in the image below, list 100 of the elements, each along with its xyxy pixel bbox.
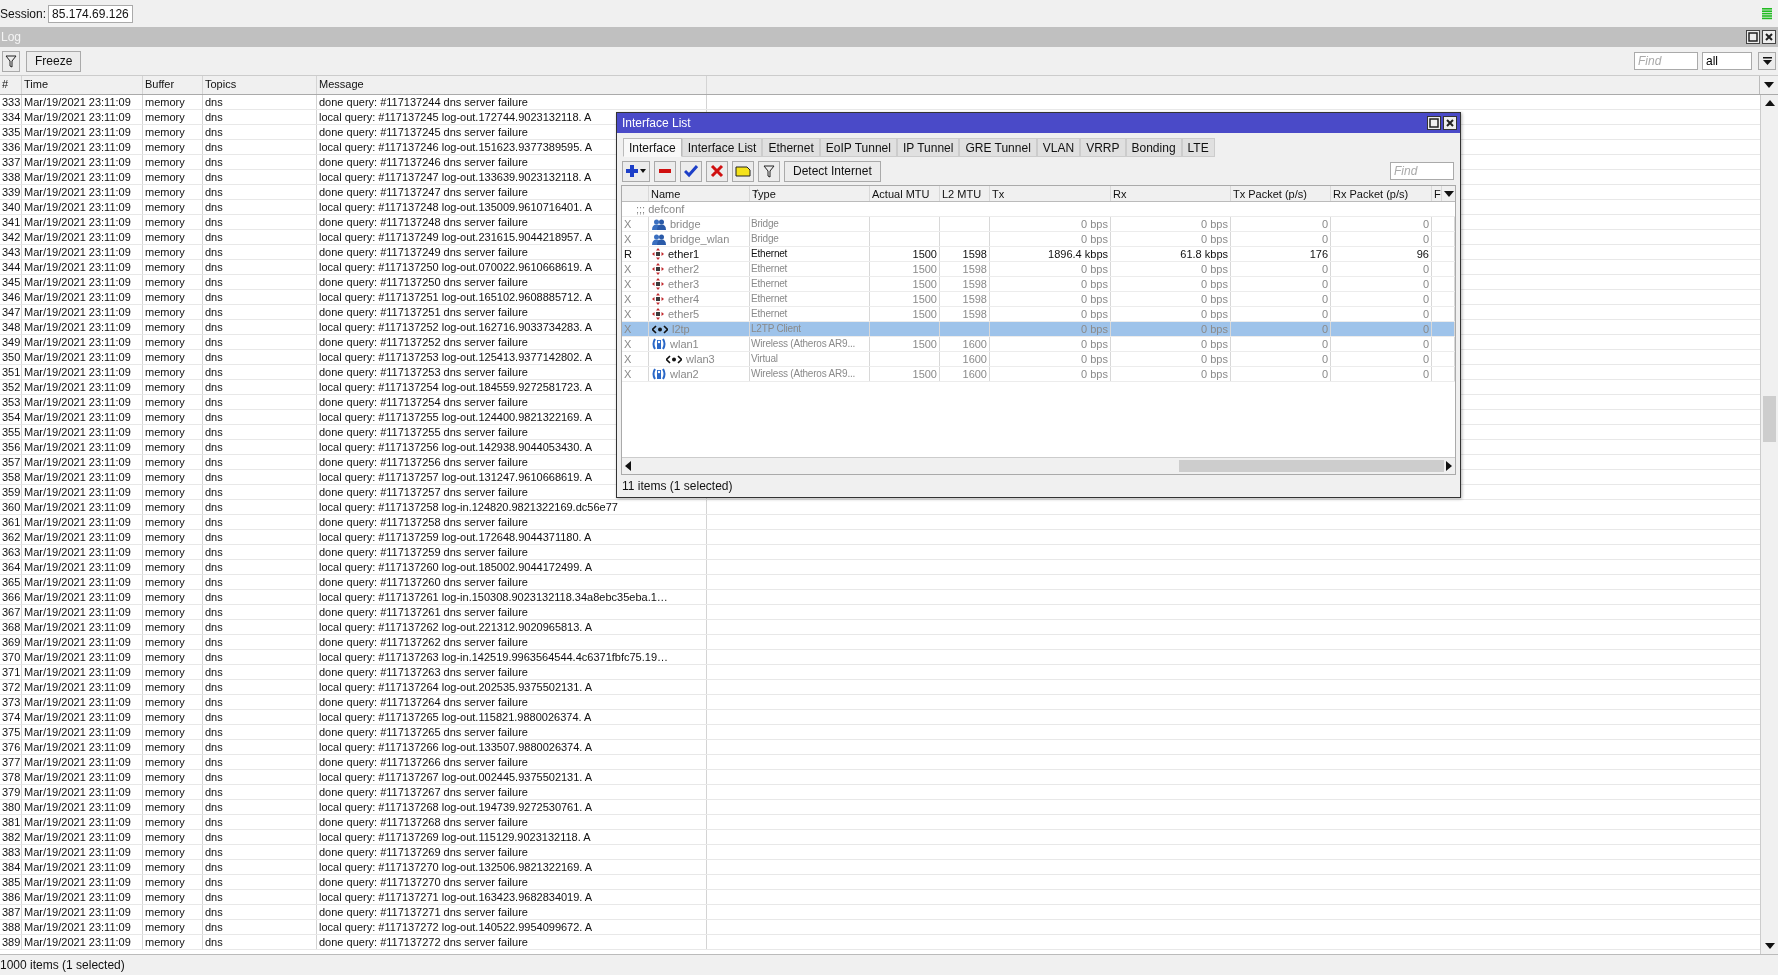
tab[interactable]: Interface bbox=[623, 138, 682, 157]
table-cell: memory bbox=[143, 290, 203, 304]
scroll-thumb[interactable] bbox=[1179, 460, 1444, 472]
find-field[interactable]: Find bbox=[1634, 52, 1698, 70]
session-label: Session: bbox=[0, 6, 47, 21]
table-cell: X bbox=[622, 337, 649, 351]
filter-field[interactable]: all bbox=[1702, 52, 1752, 70]
table-cell: memory bbox=[143, 185, 203, 199]
scroll-right-icon[interactable] bbox=[1446, 461, 1452, 471]
table-cell: ether3 bbox=[668, 277, 700, 291]
table-cell: dns bbox=[203, 695, 317, 709]
table-cell: dns bbox=[203, 395, 317, 409]
column-header[interactable]: Tx Packet (p/s) bbox=[1231, 186, 1331, 201]
column-header[interactable]: Buffer bbox=[143, 76, 203, 94]
table-cell: X bbox=[622, 322, 649, 336]
table-cell: l2tp bbox=[672, 322, 690, 336]
tab[interactable]: Interface List bbox=[681, 138, 763, 157]
table-cell: Mar/19/2021 23:11:09 bbox=[22, 680, 143, 694]
close-icon[interactable] bbox=[1443, 116, 1457, 130]
filter-button[interactable] bbox=[2, 50, 20, 72]
table-cell: 369 bbox=[0, 635, 22, 649]
table-cell: dns bbox=[203, 245, 317, 259]
tab[interactable]: EoIP Tunnel bbox=[819, 138, 897, 157]
table-cell: dns bbox=[203, 500, 317, 514]
detect-internet-button[interactable]: Detect Internet bbox=[784, 160, 881, 182]
table-cell: 1600 bbox=[962, 337, 987, 351]
tab[interactable]: IP Tunnel bbox=[896, 138, 960, 157]
comment-button[interactable] bbox=[732, 160, 754, 182]
enable-button[interactable] bbox=[680, 160, 702, 182]
tab[interactable]: LTE bbox=[1181, 138, 1215, 157]
table-cell: memory bbox=[143, 95, 203, 109]
close-icon[interactable] bbox=[1762, 30, 1776, 44]
tab[interactable]: GRE Tunnel bbox=[959, 138, 1037, 157]
freeze-button[interactable]: Freeze bbox=[26, 50, 82, 72]
plus-icon bbox=[625, 164, 647, 178]
disable-button[interactable] bbox=[706, 160, 728, 182]
find-field[interactable]: Find bbox=[1390, 162, 1454, 180]
column-header[interactable]: Tx bbox=[990, 186, 1111, 201]
table-cell: 343 bbox=[0, 245, 22, 259]
table-cell: 0 bbox=[1422, 322, 1429, 336]
tab[interactable]: VRRP bbox=[1080, 138, 1126, 157]
table-cell: local query: #117137261 log-in.150308.9023132118.34a8ebc35eba.1… bbox=[317, 590, 707, 604]
table-cell: dns bbox=[203, 890, 317, 904]
table-cell: 1598 bbox=[962, 292, 987, 306]
add-button[interactable] bbox=[622, 160, 650, 182]
table-cell: memory bbox=[143, 890, 203, 904]
session-field[interactable]: 85.174.69.126 bbox=[48, 4, 133, 23]
column-header[interactable]: Name bbox=[649, 186, 750, 201]
maximize-icon[interactable] bbox=[1427, 116, 1441, 130]
connection-icon bbox=[1762, 7, 1772, 20]
table-cell: Mar/19/2021 23:11:09 bbox=[22, 620, 143, 634]
column-header[interactable]: # bbox=[0, 76, 22, 94]
table-cell: 354 bbox=[0, 410, 22, 424]
table-cell: memory bbox=[143, 350, 203, 364]
table-cell: 340 bbox=[0, 200, 22, 214]
table-cell: 0 bps bbox=[1081, 292, 1108, 306]
table-cell: Virtual bbox=[750, 352, 870, 366]
dropdown-button[interactable] bbox=[1758, 52, 1776, 70]
table-cell: Mar/19/2021 23:11:09 bbox=[22, 215, 143, 229]
tab[interactable]: Bonding bbox=[1125, 138, 1182, 157]
horizontal-scrollbar[interactable] bbox=[622, 457, 1455, 474]
table-cell: 1500 bbox=[912, 337, 937, 351]
table-cell: 339 bbox=[0, 185, 22, 199]
table-cell: dns bbox=[203, 380, 317, 394]
column-header[interactable]: Rx bbox=[1111, 186, 1231, 201]
filter-button[interactable] bbox=[758, 160, 780, 182]
table-row[interactable]: R ether1 Ethernet 1500 1598 1896.4 kbps 61.8 kbps 176 96 bbox=[622, 247, 1455, 262]
restore-icon[interactable] bbox=[1746, 30, 1760, 44]
column-header[interactable]: Actual MTU bbox=[870, 186, 940, 201]
table-cell: 0 bps bbox=[1201, 277, 1228, 291]
table-cell: 345 bbox=[0, 275, 22, 289]
column-header[interactable]: Topics bbox=[203, 76, 317, 94]
table-cell: memory bbox=[143, 275, 203, 289]
column-header[interactable]: Time bbox=[22, 76, 143, 94]
column-header[interactable]: Rx Packet (p/s) bbox=[1331, 186, 1432, 201]
table-cell: 1500 bbox=[912, 292, 937, 306]
scroll-left-icon[interactable] bbox=[625, 461, 631, 471]
table-cell: 353 bbox=[0, 395, 22, 409]
scroll-up-icon[interactable] bbox=[1764, 100, 1775, 106]
remove-button[interactable] bbox=[654, 160, 676, 182]
column-header[interactable]: L2 MTU bbox=[940, 186, 990, 201]
column-header[interactable]: Type bbox=[750, 186, 870, 201]
table-cell: memory bbox=[143, 665, 203, 679]
table-cell: memory bbox=[143, 125, 203, 139]
table-cell: Mar/19/2021 23:11:09 bbox=[22, 155, 143, 169]
table-cell: done query: #117137260 dns server failure bbox=[317, 575, 707, 589]
table-cell: 386 bbox=[0, 890, 22, 904]
scroll-down-icon[interactable] bbox=[1764, 943, 1775, 949]
table-cell: Mar/19/2021 23:11:09 bbox=[22, 530, 143, 544]
tab[interactable]: VLAN bbox=[1036, 138, 1081, 157]
column-header[interactable]: Message bbox=[317, 76, 707, 94]
scroll-thumb[interactable] bbox=[1763, 396, 1776, 442]
table-cell: 363 bbox=[0, 545, 22, 559]
column-header[interactable]: F bbox=[1432, 186, 1442, 201]
vertical-scrollbar[interactable] bbox=[1760, 95, 1778, 954]
tab[interactable]: Ethernet bbox=[762, 138, 820, 157]
table-cell: memory bbox=[143, 680, 203, 694]
table-cell: 359 bbox=[0, 485, 22, 499]
table-cell: 361 bbox=[0, 515, 22, 529]
table-cell: 375 bbox=[0, 725, 22, 739]
